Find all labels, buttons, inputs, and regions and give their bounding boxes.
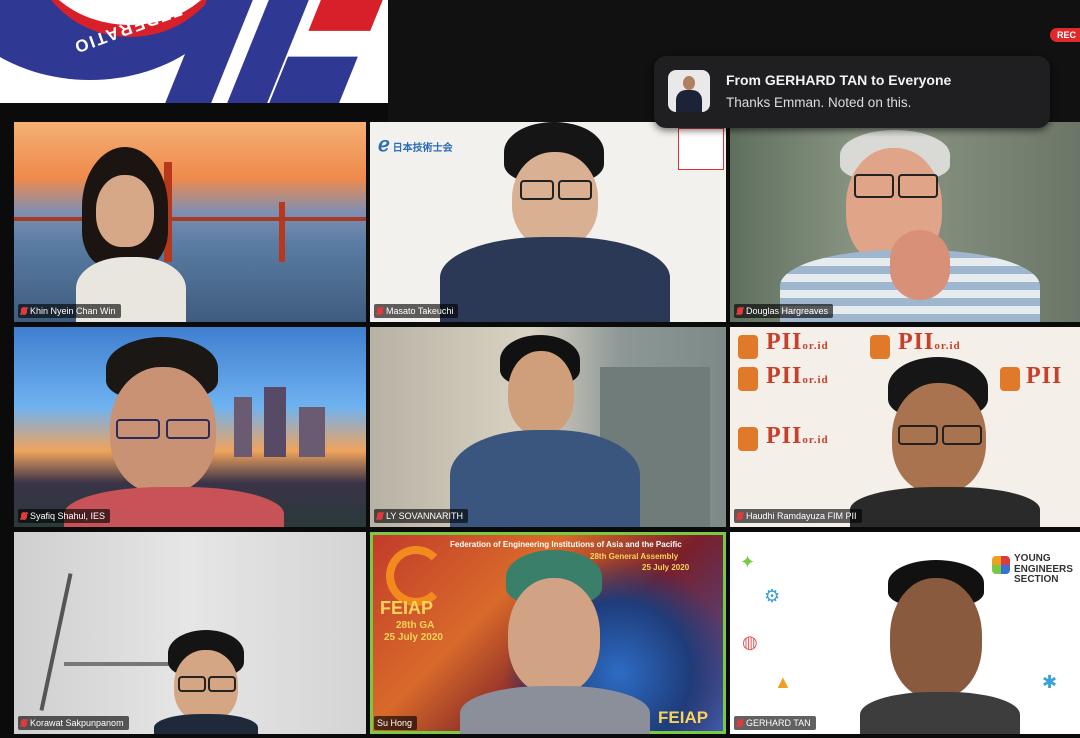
participant-name: Su Hong <box>377 718 413 728</box>
video-tile-douglas[interactable]: Douglas Hargreaves <box>730 122 1080 322</box>
participant-name: Khin Nyein Chan Win <box>30 306 116 316</box>
poster-header-text: 日本技術士会 <box>392 143 453 154</box>
gym-equipment <box>39 573 73 711</box>
participant-name-tag: Korawat Sakpunpanom <box>18 716 129 730</box>
video-tile-khin[interactable]: Khin Nyein Chan Win <box>14 122 366 322</box>
feiap-banner-header: Federation of Engineering Institutions o… <box>450 540 682 549</box>
pii-badge-icon <box>738 335 758 359</box>
participant-name-tag: Khin Nyein Chan Win <box>18 304 121 318</box>
participant-name: LY SOVANNARITH <box>386 511 464 521</box>
video-gallery: Khin Nyein Chan Win ℯ 日本技術士会 Masato Take… <box>14 122 1080 738</box>
feiap-title: FEIAP <box>380 598 434 618</box>
muted-mic-icon <box>21 512 27 520</box>
feiap-ga-line: 28th GA <box>396 620 435 631</box>
participant-name: Syafiq Shahul, IES <box>30 511 106 521</box>
participant-name-tag: GERHARD TAN <box>734 716 816 730</box>
participant-name: GERHARD TAN <box>746 718 811 728</box>
gear-doodle-icon: ⚙ <box>764 586 781 606</box>
participant-name-tag: Douglas Hargreaves <box>734 304 834 318</box>
robot-doodle-icon: ✱ <box>1042 672 1058 692</box>
pii-badge-icon <box>738 427 758 451</box>
participant-name-tag: Haudhi Ramdayuza FIM PII <box>734 509 862 523</box>
muted-mic-icon <box>737 512 743 520</box>
young-engineers-label: YOUNG ENGINEERS SECTION <box>1014 553 1073 585</box>
chat-notification-title: From GERHARD TAN to Everyone <box>726 72 952 88</box>
pii-logo-text: PIIor.id <box>766 423 829 449</box>
chat-sender-avatar <box>668 70 710 112</box>
poster-header: ℯ 日本技術士会 <box>378 132 453 157</box>
participant-name: Haudhi Ramdayuza FIM PII <box>746 511 857 521</box>
muted-mic-icon <box>737 307 743 315</box>
video-tile-ly[interactable]: LY SOVANNARITH <box>370 327 726 527</box>
pii-logo-text: PII <box>1026 363 1063 389</box>
participant-name: Douglas Hargreaves <box>746 306 829 316</box>
pii-badge-icon <box>1000 367 1020 391</box>
video-tile-korawat[interactable]: Korawat Sakpunpanom <box>14 532 366 734</box>
participant-name-tag: Syafiq Shahul, IES <box>18 509 111 523</box>
muted-mic-icon <box>377 512 383 520</box>
muted-mic-icon <box>21 307 27 315</box>
chart-doodle-icon: ▲ <box>774 672 792 692</box>
skyline-building <box>234 397 252 457</box>
recording-indicator: REC <box>1049 28 1080 42</box>
participant-name: Korawat Sakpunpanom <box>30 718 124 728</box>
video-tile-haudhi[interactable]: PIIor.id PIIor.id PIIor.id PIIor.id PII … <box>730 327 1080 527</box>
pii-badge-icon <box>738 367 758 391</box>
feiap-footer-logo: FEIAP <box>658 708 709 727</box>
participant-name-tag: LY SOVANNARITH <box>374 509 469 523</box>
federation-logo: FEDERATIO <box>0 0 388 103</box>
pii-logo-text: PIIor.id <box>766 329 829 355</box>
muted-mic-icon <box>21 719 27 727</box>
chat-notification-message: Thanks Emman. Noted on this. <box>726 95 912 110</box>
pii-logo-text: PIIor.id <box>898 329 961 355</box>
participant-name-tag: Su Hong <box>374 716 418 730</box>
bridge-deck <box>14 217 366 221</box>
muted-mic-icon <box>377 307 383 315</box>
video-tile-masato[interactable]: ℯ 日本技術士会 Masato Takeuchi <box>370 122 726 322</box>
pii-badge-icon <box>870 335 890 359</box>
pii-logo-text: PIIor.id <box>766 363 829 389</box>
participant-name-tag: Masato Takeuchi <box>374 304 459 318</box>
skyline-building-3 <box>299 407 325 457</box>
bridge-tower-2 <box>279 202 285 262</box>
participant-name: Masato Takeuchi <box>386 306 454 316</box>
feiap-logo-icon <box>386 546 446 606</box>
bulb-doodle-icon: ◍ <box>742 632 758 652</box>
poster <box>678 128 724 170</box>
yes-logo-icon <box>992 556 1010 574</box>
chat-notification[interactable]: From GERHARD TAN to Everyone Thanks Emma… <box>654 56 1050 128</box>
skyline-building-2 <box>264 387 286 457</box>
feiap-assembly-line1: 28th General Assembly <box>590 552 679 561</box>
video-tile-su-hong[interactable]: Federation of Engineering Institutions o… <box>370 532 726 734</box>
muted-mic-icon <box>737 719 743 727</box>
poster-logo-icon: ℯ <box>378 134 390 156</box>
video-tile-syafiq[interactable]: Syafiq Shahul, IES <box>14 327 366 527</box>
plant-doodle-icon: ✦ <box>740 552 756 572</box>
video-tile-gerhard[interactable]: ✦ ⚙ ◍ ▲ ✱ YOUNG ENGINEERS SECTION GERHAR… <box>730 532 1080 734</box>
feiap-assembly-line2: 25 July 2020 <box>642 563 690 572</box>
feiap-date: 25 July 2020 <box>384 632 443 643</box>
